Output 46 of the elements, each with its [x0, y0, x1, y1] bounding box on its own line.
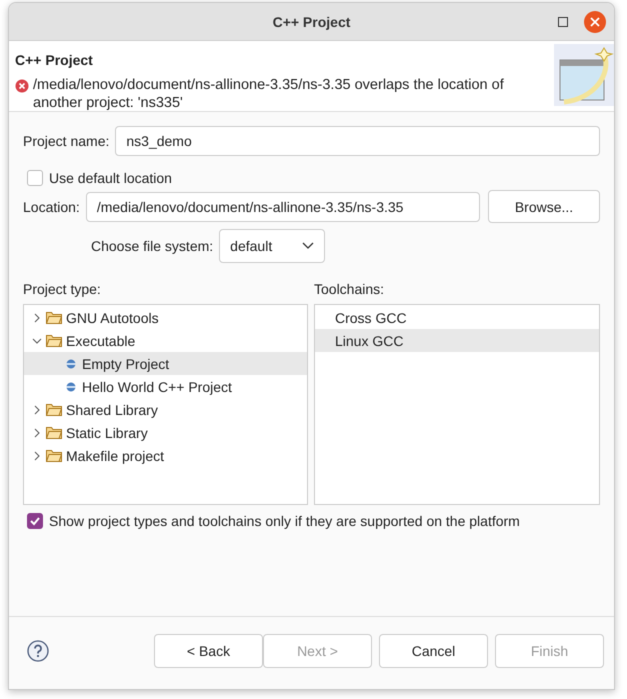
- checkbox[interactable]: [27, 513, 43, 529]
- project-name-field[interactable]: ns3_demo: [115, 126, 600, 156]
- folder-icon: [46, 334, 62, 347]
- project-name-label: Project name:: [23, 133, 110, 149]
- bullet-icon: [66, 358, 76, 368]
- maximize-icon[interactable]: [558, 17, 568, 27]
- list-item[interactable]: Linux GCC: [315, 329, 599, 352]
- expand-chevron-icon[interactable]: [32, 450, 42, 460]
- location-field[interactable]: /media/lenovo/document/ns-allinone-3.35/ns-3.35: [86, 192, 480, 222]
- tree-item[interactable]: Executable: [24, 329, 307, 352]
- tree-item[interactable]: Shared Library: [24, 398, 307, 421]
- window-title: C++ Project: [272, 14, 350, 30]
- tree-item[interactable]: GNU Autotools: [24, 306, 307, 329]
- browse-button[interactable]: Browse...: [488, 190, 600, 223]
- expand-chevron-icon[interactable]: [32, 312, 42, 322]
- file-system-label: Choose file system:: [91, 238, 214, 254]
- toolchains-label: Toolchains:: [314, 281, 386, 297]
- folder-icon: [46, 449, 62, 462]
- error-icon: [15, 79, 29, 93]
- tree-item[interactable]: Static Library: [24, 421, 307, 444]
- dialog-button[interactable]: Cancel: [379, 634, 488, 668]
- dialog-button[interactable]: < Back: [154, 634, 263, 668]
- list-item[interactable]: Cross GCC: [315, 306, 599, 329]
- check-icon: [29, 515, 41, 527]
- bullet-icon: [66, 382, 76, 392]
- close-icon[interactable]: [584, 11, 606, 33]
- file-system-dropdown[interactable]: default: [219, 229, 326, 263]
- checkbox[interactable]: [27, 170, 43, 186]
- supported-only-label: Show project types and toolchains only if they are supported on the platform: [49, 513, 520, 529]
- folder-icon: [46, 426, 62, 439]
- page-title: C++ Project: [15, 52, 94, 68]
- collapse-chevron-icon[interactable]: [32, 336, 42, 346]
- caret-icon: [302, 242, 314, 250]
- tree-item[interactable]: Empty Project: [24, 352, 307, 375]
- expand-chevron-icon[interactable]: [32, 428, 42, 438]
- help-icon[interactable]: [27, 640, 49, 662]
- tree-item[interactable]: Hello World C++ Project: [24, 375, 307, 398]
- window-wizard-icon: [554, 44, 614, 106]
- project-type-label: Project type:: [23, 281, 102, 297]
- folder-icon: [46, 403, 62, 416]
- error-message: /media/lenovo/document/ns-allinone-3.35/ns-3.35 overlaps the location of another project: 'ns335': [33, 76, 505, 112]
- expand-chevron-icon[interactable]: [32, 404, 42, 414]
- tree-item[interactable]: Makefile project: [24, 444, 307, 467]
- folder-icon: [46, 311, 62, 324]
- use-default-location-label: Use default location: [49, 170, 172, 186]
- location-label: Location:: [23, 198, 80, 214]
